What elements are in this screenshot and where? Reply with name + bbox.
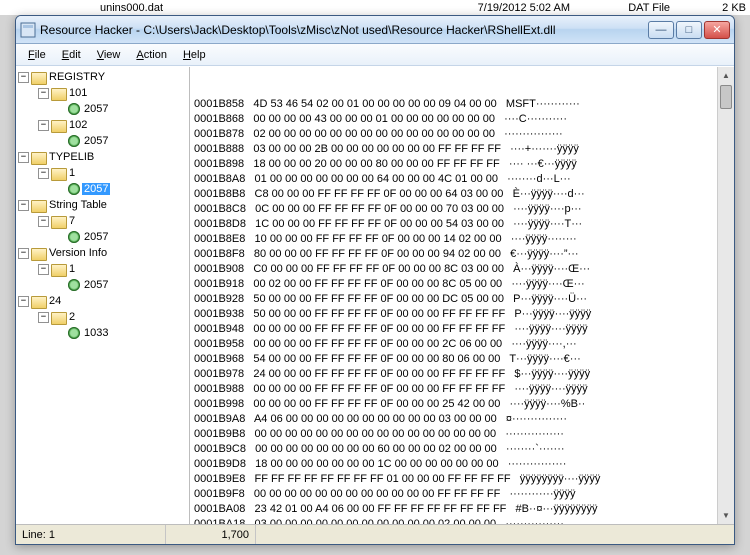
app-window: Resource Hacker - C:\Users\Jack\Desktop\… <box>15 15 735 545</box>
tree-label: 2057 <box>82 103 110 115</box>
collapse-icon[interactable]: − <box>18 200 29 211</box>
collapse-icon[interactable]: − <box>18 72 29 83</box>
tree-label: 1033 <box>82 327 110 339</box>
tree-leaf[interactable]: 2057 <box>16 101 189 117</box>
menu-action[interactable]: Action <box>128 47 175 63</box>
tree-leaf-selected[interactable]: 2057 <box>16 181 189 197</box>
tree-label: 1 <box>67 263 77 275</box>
hex-view[interactable]: 0001B858 4D 53 46 54 02 00 01 00 00 00 0… <box>190 67 734 524</box>
collapse-icon[interactable]: − <box>38 168 49 179</box>
status-chars: 1,700 <box>166 525 256 544</box>
collapse-icon[interactable]: − <box>38 88 49 99</box>
tree-node-registry[interactable]: − REGISTRY <box>16 69 189 85</box>
minimize-button[interactable]: — <box>648 21 674 39</box>
resource-icon <box>68 183 80 195</box>
tree-leaf[interactable]: 2057 <box>16 133 189 149</box>
folder-icon <box>31 199 45 211</box>
file-name: unins000.dat <box>100 2 163 14</box>
tree-node-101[interactable]: − 101 <box>16 85 189 101</box>
tree-label: 2057 <box>82 279 110 291</box>
resource-icon <box>68 231 80 243</box>
folder-icon <box>51 167 65 179</box>
tree-node-7[interactable]: −7 <box>16 213 189 229</box>
tree-node-1[interactable]: −1 <box>16 165 189 181</box>
close-button[interactable]: ✕ <box>704 21 730 39</box>
collapse-icon[interactable]: − <box>18 152 29 163</box>
collapse-icon[interactable]: − <box>18 296 29 307</box>
tree-label: 2 <box>67 311 77 323</box>
maximize-button[interactable]: □ <box>676 21 702 39</box>
scroll-down-icon[interactable]: ▼ <box>718 507 734 524</box>
tree-label: 24 <box>47 295 63 307</box>
folder-icon <box>31 295 45 307</box>
tree-node-stringtable[interactable]: − String Table <box>16 197 189 213</box>
resource-icon <box>68 327 80 339</box>
tree-node-versioninfo[interactable]: − Version Info <box>16 245 189 261</box>
scroll-up-icon[interactable]: ▲ <box>718 67 734 84</box>
scrollbar[interactable]: ▲ ▼ <box>717 67 734 524</box>
tree-node-2[interactable]: −2 <box>16 309 189 325</box>
tree-label: 7 <box>67 215 77 227</box>
tree-label: 1 <box>67 167 77 179</box>
explorer-file-row[interactable]: unins000.dat 7/19/2012 5:02 AM DAT File … <box>0 0 750 15</box>
tree-leaf[interactable]: 1033 <box>16 325 189 341</box>
tree-node-24[interactable]: − 24 <box>16 293 189 309</box>
menu-edit[interactable]: Edit <box>54 47 89 63</box>
tree-node-1b[interactable]: −1 <box>16 261 189 277</box>
folder-icon <box>51 215 65 227</box>
window-title: Resource Hacker - C:\Users\Jack\Desktop\… <box>40 23 648 37</box>
tree-label: 2057 <box>82 135 110 147</box>
tree-label: String Table <box>47 199 109 211</box>
collapse-icon[interactable]: − <box>38 120 49 131</box>
tree-node-typelib[interactable]: − TYPELIB <box>16 149 189 165</box>
collapse-icon[interactable]: − <box>38 216 49 227</box>
file-date: 7/19/2012 5:02 AM <box>478 2 570 14</box>
resource-icon <box>68 135 80 147</box>
file-type: DAT File <box>628 2 670 14</box>
tree-node-102[interactable]: − 102 <box>16 117 189 133</box>
status-line: Line: 1 <box>16 525 166 544</box>
menubar: File Edit View Action Help <box>16 44 734 66</box>
collapse-icon[interactable]: − <box>38 312 49 323</box>
folder-icon <box>51 119 65 131</box>
tree-label: 102 <box>67 119 89 131</box>
folder-icon <box>51 87 65 99</box>
file-size: 2 KB <box>722 2 746 14</box>
tree-label: 2057 <box>82 231 110 243</box>
menu-file[interactable]: File <box>20 47 54 63</box>
folder-icon <box>31 247 45 259</box>
menu-view[interactable]: View <box>89 47 129 63</box>
tree-leaf[interactable]: 2057 <box>16 277 189 293</box>
folder-icon <box>31 71 45 83</box>
tree-label: TYPELIB <box>47 151 96 163</box>
folder-icon <box>31 151 45 163</box>
tree-label: REGISTRY <box>47 71 107 83</box>
app-icon <box>20 22 36 38</box>
resource-icon <box>68 279 80 291</box>
tree-label: 2057 <box>82 183 110 195</box>
resource-icon <box>68 103 80 115</box>
tree-leaf[interactable]: 2057 <box>16 229 189 245</box>
resource-tree[interactable]: − REGISTRY − 101 2057 − 102 2057 − TYPELIB −… <box>16 67 190 524</box>
folder-icon <box>51 263 65 275</box>
folder-icon <box>51 311 65 323</box>
titlebar[interactable]: Resource Hacker - C:\Users\Jack\Desktop\… <box>16 16 734 44</box>
collapse-icon[interactable]: − <box>38 264 49 275</box>
collapse-icon[interactable]: − <box>18 248 29 259</box>
scroll-thumb[interactable] <box>720 85 732 109</box>
menu-help[interactable]: Help <box>175 47 214 63</box>
statusbar: Line: 1 1,700 <box>16 524 734 544</box>
tree-label: 101 <box>67 87 89 99</box>
tree-label: Version Info <box>47 247 109 259</box>
